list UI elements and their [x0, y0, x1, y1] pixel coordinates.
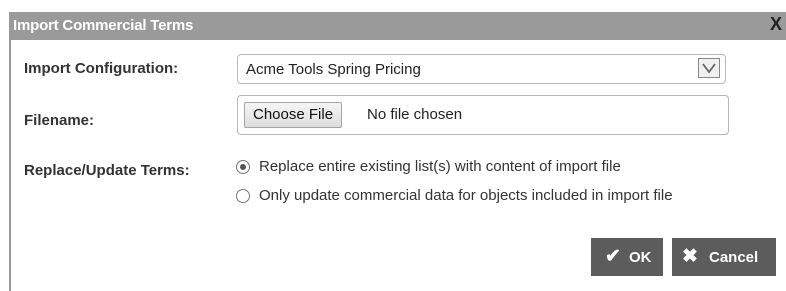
radio-update-only[interactable] — [236, 189, 250, 203]
cancel-button-label: Cancel — [709, 249, 759, 266]
check-icon: ✔ — [605, 246, 621, 267]
file-input[interactable]: Choose File No file chosen — [237, 95, 729, 135]
replace-update-terms-label: Replace/Update Terms: — [24, 162, 190, 179]
chevron-down-icon[interactable] — [698, 58, 720, 78]
import-configuration-label: Import Configuration: — [24, 60, 179, 77]
dialog-title: Import Commercial Terms — [13, 17, 194, 34]
dialog-left-border — [9, 40, 11, 291]
filename-label: Filename: — [24, 112, 95, 129]
choose-file-button[interactable]: Choose File — [244, 102, 343, 128]
radio-replace-entire[interactable] — [236, 160, 250, 174]
import-configuration-value: Acme Tools Spring Pricing — [246, 61, 421, 78]
file-status-text: No file chosen — [367, 106, 463, 123]
close-icon[interactable]: X — [768, 14, 784, 34]
import-configuration-select[interactable]: Acme Tools Spring Pricing — [237, 54, 726, 84]
ok-button-label: OK — [629, 249, 652, 266]
x-icon: ✖ — [682, 246, 698, 267]
radio-replace-entire-label: Replace entire existing list(s) with con… — [259, 158, 621, 175]
cancel-button[interactable]: ✖ Cancel — [672, 238, 776, 276]
import-commercial-terms-dialog: Import Commercial Terms X Import Configu… — [0, 0, 786, 291]
radio-update-only-label: Only update commercial data for objects … — [259, 187, 673, 204]
ok-button[interactable]: ✔ OK — [591, 238, 663, 276]
dialog-titlebar: Import Commercial Terms X — [9, 12, 786, 40]
